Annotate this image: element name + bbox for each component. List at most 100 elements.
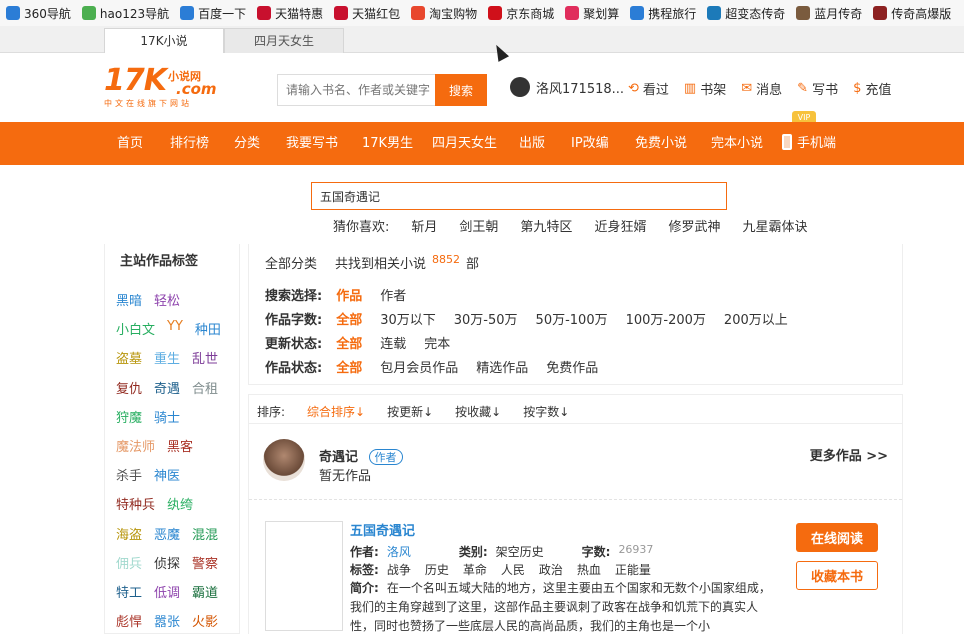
book-cover[interactable]	[265, 521, 343, 631]
filter-option[interactable]: 全部	[336, 309, 362, 328]
tag-link[interactable]: 嚣张	[154, 611, 180, 630]
tag-link[interactable]: 黑客	[167, 436, 193, 455]
filter-option[interactable]: 200万以上	[724, 309, 788, 328]
tag-link[interactable]: 火影	[192, 611, 218, 630]
book-tag[interactable]: 政治	[539, 561, 563, 578]
add-to-shelf-button[interactable]: 收藏本书	[796, 561, 878, 590]
header-link[interactable]: ⟲ 看过	[628, 79, 669, 98]
filter-option[interactable]: 包月会员作品	[380, 357, 458, 376]
filter-option[interactable]: 30万-50万	[454, 309, 518, 328]
bookmark-item[interactable]: 携程旅行	[630, 5, 696, 22]
author-avatar[interactable]	[263, 439, 305, 481]
book-tag[interactable]: 正能量	[615, 561, 651, 578]
header-link[interactable]: $ 充值	[853, 79, 891, 98]
sort-option[interactable]: 按收藏↓	[455, 403, 501, 420]
tag-link[interactable]: 海盗	[116, 524, 142, 543]
tag-link[interactable]: YY	[167, 319, 183, 338]
user-info[interactable]: 洛风171518...	[510, 77, 624, 97]
tag-link[interactable]: 侦探	[154, 553, 180, 572]
tag-link[interactable]: 霸道	[192, 582, 218, 601]
read-online-button[interactable]: 在线阅读	[796, 523, 878, 552]
tag-link[interactable]: 狩魔	[116, 407, 142, 426]
book-tag[interactable]: 战争	[387, 561, 411, 578]
header-link[interactable]: ✉ 消息	[741, 79, 782, 98]
tag-link[interactable]: 警察	[192, 553, 218, 572]
site-logo[interactable]: 17K 小说网 .com 中文在线旗下网站	[104, 66, 232, 112]
nav-item[interactable]: 完本小说	[711, 122, 763, 165]
book-tag[interactable]: 热血	[577, 561, 601, 578]
nav-item[interactable]: 17K男生	[362, 122, 413, 165]
bookmark-item[interactable]: 聚划算	[565, 5, 619, 22]
tag-link[interactable]: 佣兵	[116, 553, 142, 572]
tag-link[interactable]: 神医	[154, 465, 180, 484]
nav-item[interactable]: 出版	[519, 122, 545, 165]
more-works-link[interactable]: 更多作品 >>	[810, 445, 888, 464]
all-categories-link[interactable]: 全部分类	[265, 253, 317, 272]
sort-option[interactable]: 按字数↓	[523, 403, 569, 420]
filter-option[interactable]: 免费作品	[546, 357, 598, 376]
book-title[interactable]: 五国奇遇记	[350, 520, 415, 539]
tag-link[interactable]: 盗墓	[116, 348, 142, 367]
username[interactable]: 洛风171518...	[536, 78, 624, 97]
tag-link[interactable]: 低调	[154, 582, 180, 601]
tag-link[interactable]: 特工	[116, 582, 142, 601]
header-link[interactable]: ✎ 写书	[797, 79, 838, 98]
tag-link[interactable]: 合租	[192, 378, 218, 397]
filter-option[interactable]: 作品	[336, 285, 362, 304]
tag-link[interactable]: 黑暗	[116, 290, 142, 309]
tag-link[interactable]: 混混	[192, 524, 218, 543]
filter-option[interactable]: 100万-200万	[626, 309, 706, 328]
tag-link[interactable]: 纨绔	[167, 494, 193, 513]
tag-link[interactable]: 小白文	[116, 319, 155, 338]
result-search-input[interactable]	[312, 183, 726, 209]
bookmark-item[interactable]: 传奇高爆版	[873, 5, 951, 22]
nav-item[interactable]: 免费小说	[635, 122, 687, 165]
bookmark-item[interactable]: 淘宝购物	[411, 5, 477, 22]
guess-link[interactable]: 近身狂婿	[594, 216, 646, 235]
author-name[interactable]: 奇遇记	[319, 450, 358, 465]
sort-option[interactable]: 综合排序↓	[307, 403, 365, 420]
header-link[interactable]: ▥ 书架	[684, 79, 726, 98]
tag-link[interactable]: 特种兵	[116, 494, 155, 513]
bookmark-item[interactable]: 天猫特惠	[257, 5, 323, 22]
tag-link[interactable]: 乱世	[192, 348, 218, 367]
bookmark-item[interactable]: 京东商城	[488, 5, 554, 22]
nav-item[interactable]: 我要写书	[286, 122, 338, 165]
tag-link[interactable]: 重生	[154, 348, 180, 367]
tag-link[interactable]: 魔法师	[116, 436, 155, 455]
filter-option[interactable]: 连载	[380, 333, 406, 352]
filter-option[interactable]: 30万以下	[380, 309, 436, 328]
book-tag[interactable]: 人民	[501, 561, 525, 578]
tag-link[interactable]: 骑士	[154, 407, 180, 426]
book-tag[interactable]: 革命	[463, 561, 487, 578]
sort-option[interactable]: 按更新↓	[387, 403, 433, 420]
nav-item[interactable]: IP改编	[571, 122, 609, 165]
book-tag[interactable]: 历史	[425, 561, 449, 578]
filter-option[interactable]: 完本	[424, 333, 450, 352]
tag-link[interactable]: 轻松	[154, 290, 180, 309]
filter-option[interactable]: 全部	[336, 357, 362, 376]
nav-item[interactable]: 四月天女生	[432, 122, 497, 165]
filter-option[interactable]: 全部	[336, 333, 362, 352]
book-author[interactable]: 洛风	[387, 543, 447, 560]
nav-item[interactable]: 排行榜	[170, 122, 209, 165]
bookmark-item[interactable]: 天猫红包	[334, 5, 400, 22]
bookmark-item[interactable]: 蓝月传奇	[796, 5, 862, 22]
tab-sywt[interactable]: 四月天女生	[224, 28, 344, 53]
tag-link[interactable]: 杀手	[116, 465, 142, 484]
filter-option[interactable]: 精选作品	[476, 357, 528, 376]
nav-item[interactable]: 首页	[117, 122, 143, 165]
filter-option[interactable]: 作者	[380, 285, 406, 304]
bookmark-item[interactable]: 360导航	[6, 5, 71, 22]
filter-option[interactable]: 50万-100万	[536, 309, 608, 328]
guess-link[interactable]: 第九特区	[520, 216, 572, 235]
guess-link[interactable]: 剑王朝	[459, 216, 498, 235]
guess-link[interactable]: 九星霸体诀	[742, 216, 807, 235]
tag-link[interactable]: 种田	[195, 319, 221, 338]
nav-item[interactable]: 手机端	[782, 122, 836, 165]
bookmark-item[interactable]: 百度一下	[180, 5, 246, 22]
book-category[interactable]: 架空历史	[496, 543, 566, 560]
guess-link[interactable]: 修罗武神	[668, 216, 720, 235]
header-search-input[interactable]	[277, 74, 435, 106]
nav-item[interactable]: 分类	[234, 122, 260, 165]
